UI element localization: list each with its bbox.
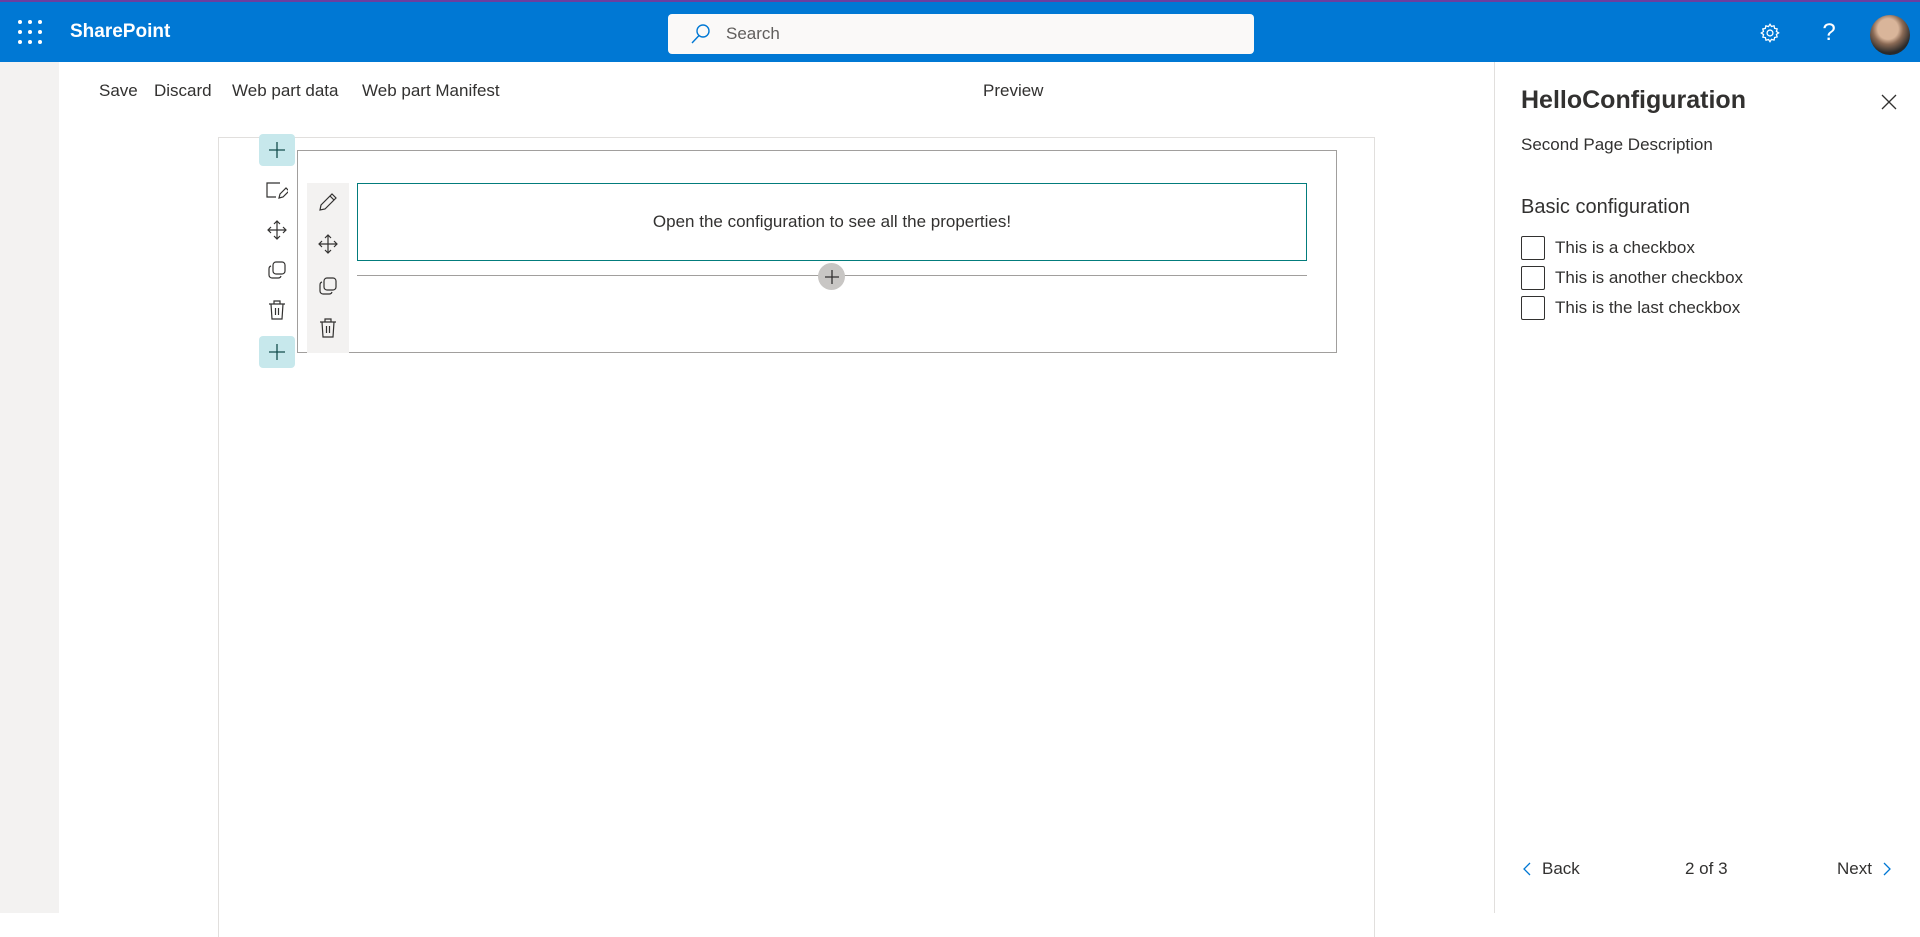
search-input[interactable]	[726, 24, 1206, 44]
webpart-manifest-button[interactable]: Web part Manifest	[362, 81, 500, 101]
close-button[interactable]	[1877, 90, 1901, 114]
edit-webpart-button[interactable]	[314, 188, 342, 216]
app-title[interactable]: SharePoint	[70, 21, 170, 43]
discard-button[interactable]: Discard	[154, 81, 212, 101]
delete-icon	[320, 318, 336, 338]
webpart-data-button[interactable]: Web part data	[232, 81, 338, 101]
search-icon	[691, 24, 710, 44]
duplicate-icon	[319, 277, 337, 295]
page-indicator: 2 of 3	[1685, 859, 1728, 878]
checkbox-label: This is the last checkbox	[1555, 298, 1741, 317]
pane-title: HelloConfiguration	[1521, 86, 1746, 114]
move-icon	[318, 234, 338, 254]
add-section-above-button[interactable]	[259, 134, 295, 166]
checkbox-label: This is a checkbox	[1555, 238, 1695, 257]
preview-button[interactable]: Preview	[983, 81, 1043, 101]
duplicate-icon	[268, 261, 286, 279]
next-label: Next	[1837, 859, 1872, 878]
back-button[interactable]: Back	[1521, 859, 1580, 879]
plus-icon	[269, 142, 285, 158]
chevron-left-icon	[1523, 862, 1531, 876]
delete-section-button[interactable]	[263, 296, 291, 324]
property-pane: HelloConfiguration Second Page Descripti…	[1494, 62, 1920, 913]
save-button[interactable]: Save	[99, 81, 138, 101]
delete-webpart-button[interactable]	[314, 314, 342, 342]
duplicate-webpart-button[interactable]	[314, 272, 342, 300]
gear-icon[interactable]	[1756, 19, 1784, 47]
waffle-icon[interactable]	[18, 20, 42, 44]
delete-icon	[269, 300, 285, 320]
pane-description: Second Page Description	[1521, 135, 1713, 154]
add-section-below-button[interactable]	[259, 336, 295, 368]
back-label: Back	[1542, 859, 1580, 878]
plus-icon	[269, 344, 285, 360]
edit-icon	[319, 193, 337, 211]
checkbox-1[interactable]: This is a checkbox	[1521, 236, 1695, 260]
checkbox-box[interactable]	[1521, 236, 1545, 260]
move-icon	[267, 220, 287, 240]
edit-section-button[interactable]	[263, 177, 291, 205]
checkbox-box[interactable]	[1521, 296, 1545, 320]
checkbox-3[interactable]: This is the last checkbox	[1521, 296, 1740, 320]
add-webpart-button[interactable]	[818, 263, 845, 290]
webpart-message: Open the configuration to see all the pr…	[652, 212, 1012, 231]
suite-header: SharePoint ?	[0, 2, 1920, 62]
move-webpart-button[interactable]	[314, 230, 342, 258]
move-section-button[interactable]	[263, 216, 291, 244]
command-bar: Save Discard Web part data Web part Mani…	[59, 62, 1494, 122]
chevron-right-icon	[1883, 862, 1891, 876]
webpart[interactable]: Open the configuration to see all the pr…	[357, 183, 1307, 261]
group-header: Basic configuration	[1521, 196, 1690, 218]
duplicate-section-button[interactable]	[263, 256, 291, 284]
close-icon	[1881, 94, 1897, 110]
help-icon[interactable]: ?	[1815, 19, 1843, 47]
webpart-toolbar	[307, 183, 349, 353]
left-rail	[0, 62, 59, 913]
next-button[interactable]: Next	[1837, 859, 1893, 879]
plus-icon	[824, 269, 839, 284]
checkbox-box[interactable]	[1521, 266, 1545, 290]
search-box[interactable]	[668, 14, 1254, 54]
avatar[interactable]	[1870, 15, 1910, 55]
edit-section-icon	[266, 182, 288, 199]
checkbox-2[interactable]: This is another checkbox	[1521, 266, 1743, 290]
checkbox-label: This is another checkbox	[1555, 268, 1744, 287]
